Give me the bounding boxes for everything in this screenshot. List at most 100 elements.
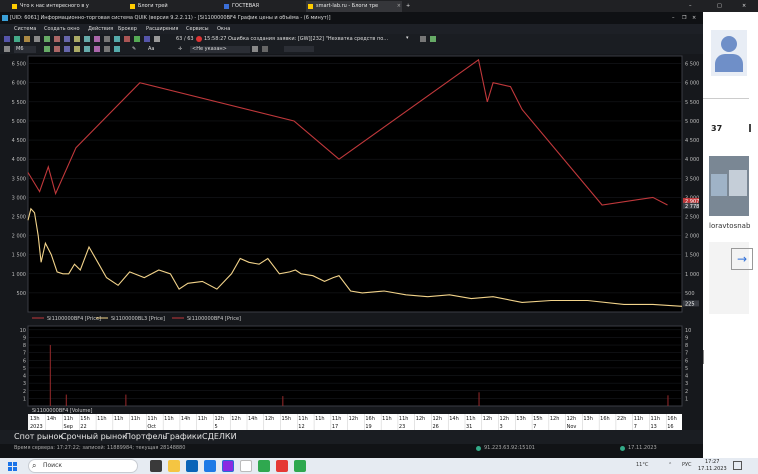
line-chart-icon[interactable] [64,46,70,52]
message-dropdown-icon[interactable]: ▾ [406,35,409,41]
next-arrow-button[interactable]: → [731,248,753,270]
price-tick-label-right: 1 000 [685,272,699,278]
zoom-out-icon[interactable] [84,46,90,52]
taskbar-search-input[interactable]: Поиск [28,459,138,473]
x-tick-label-time: 12h [349,416,359,422]
browser-tab-2[interactable]: Блоги трей [128,1,208,12]
calendar-icon[interactable] [114,36,120,42]
menu-broker[interactable]: Брокер [118,24,137,34]
notification-icon[interactable] [733,461,742,470]
file-explorer-icon[interactable] [168,460,180,472]
menu-windows[interactable]: Окна [217,24,230,34]
tab-portfolio[interactable]: Портфель [125,431,167,443]
draw-text-tool[interactable]: Aa [148,46,154,52]
edge-browser-icon[interactable] [186,460,198,472]
language-indicator[interactable]: РУС [682,462,692,468]
cursor-icon[interactable] [4,46,10,52]
menu-create-window[interactable]: Создать окно [44,24,80,34]
crosshair-tool-icon[interactable]: ✛ [178,46,182,52]
app-q-green-icon[interactable] [258,460,270,472]
close-tab-icon[interactable]: × [397,1,401,12]
task-view-icon[interactable] [150,460,162,472]
chrome-icon[interactable] [240,460,252,472]
quik-taskbar-icon[interactable] [222,460,234,472]
close-window-button[interactable]: × [692,12,696,24]
browser-tab-1[interactable]: Что к нас интересного в у [10,1,120,12]
quik-toolbar-main: 63 / 63 15:58:27 Ошибка создания заявки:… [0,34,703,44]
zoom-in-icon[interactable] [74,46,80,52]
candles-icon[interactable] [44,46,50,52]
app-q-green-2-icon[interactable] [294,460,306,472]
new-tab-button[interactable]: + [404,1,414,12]
alert-icon[interactable] [94,36,100,42]
crosshair-icon[interactable] [94,46,100,52]
connection-icon[interactable] [430,36,436,42]
x-tick-label-time: 12h [500,416,510,422]
table-icon[interactable] [44,36,50,42]
link-icon[interactable] [252,46,258,52]
print-icon[interactable] [24,36,30,42]
portfolio-icon[interactable] [84,36,90,42]
message-list-icon[interactable] [420,36,426,42]
tray-chevron-icon[interactable]: ⌃ [668,462,672,468]
minimize-browser-button[interactable]: – [688,1,698,12]
volume-tick-label-right: 8 [685,343,688,349]
trade-icon[interactable] [74,36,80,42]
lock-icon[interactable] [144,36,150,42]
price-volume-chart[interactable]: 6 500 6 000 5 500 5 000 4 500 4 000 3 500 3 000… [0,54,703,430]
price-tick-label-right: 2 000 [685,234,699,240]
tab-trades[interactable]: СДЕЛКИ [202,431,237,443]
open-icon[interactable] [4,36,10,42]
tab-favicon-icon [130,4,135,9]
price-tick-label-left: 2 500 [12,214,26,220]
menu-extensions[interactable]: Расширения [146,24,178,34]
save-icon[interactable] [14,36,20,42]
workspace-tab-bar: Спот рынок Срочный рынок Портфель График… [0,430,703,444]
store-icon[interactable] [204,460,216,472]
log-icon[interactable] [124,36,130,42]
chart-icon[interactable] [54,36,60,42]
minimize-window-button[interactable]: – [672,12,675,24]
symbol-input[interactable] [284,46,314,52]
tab-spot-market[interactable]: Спот рынок [14,431,63,443]
template-icon[interactable] [114,46,120,52]
volume-tick-label-right: 10 [685,328,691,334]
windows-start-icon[interactable] [8,462,17,471]
menu-actions[interactable]: Действия [88,24,113,34]
order-icon[interactable] [64,36,70,42]
palette-icon[interactable] [262,46,268,52]
filter-icon[interactable] [134,36,140,42]
user-avatar[interactable] [711,30,747,76]
timeframe-select[interactable]: М6 [14,46,36,53]
clock-date[interactable]: 17.11.2023 [698,466,727,472]
restore-window-button[interactable]: ❐ [682,12,686,24]
news-icon[interactable] [104,36,110,42]
tab-futures-market[interactable]: Срочный рынок [61,431,127,443]
maximize-browser-button[interactable]: □ [716,1,726,12]
volume-tick-label-left: 2 [23,389,26,395]
menu-system[interactable]: Система [14,24,36,34]
price-tick-label-right: 4 000 [685,157,699,163]
help-icon[interactable] [154,36,160,42]
message-counter: 63 / 63 [176,36,194,42]
trucks-ad-image[interactable] [709,156,749,216]
browser-tab-3[interactable]: ГОСТЕВАЯ [222,1,302,12]
clock-time[interactable]: 17:27 [705,459,719,465]
tab-charts[interactable]: Графики [165,431,202,443]
yandex-icon[interactable] [276,460,288,472]
indicator-icon[interactable] [104,46,110,52]
message-time: 15:58:27 [204,36,227,42]
menu-services[interactable]: Сервисы [186,24,209,34]
price-tick-label-left: 5 500 [12,100,26,106]
pair-select[interactable]: <Не указан> [190,46,250,53]
x-tick-label-time: 14h [47,416,57,422]
x-tick-label-time: 13h [583,416,593,422]
volume-pane[interactable] [27,325,683,407]
x-tick-label-time: 12h [483,416,493,422]
edge-marker [703,350,704,364]
close-browser-button[interactable]: × [740,1,754,12]
settings-icon[interactable] [34,36,40,42]
browser-tab-active[interactable]: smart-lab.ru - Блоги тре × [306,1,402,12]
pencil-icon[interactable]: ✎ [132,46,136,52]
bars-icon[interactable] [54,46,60,52]
